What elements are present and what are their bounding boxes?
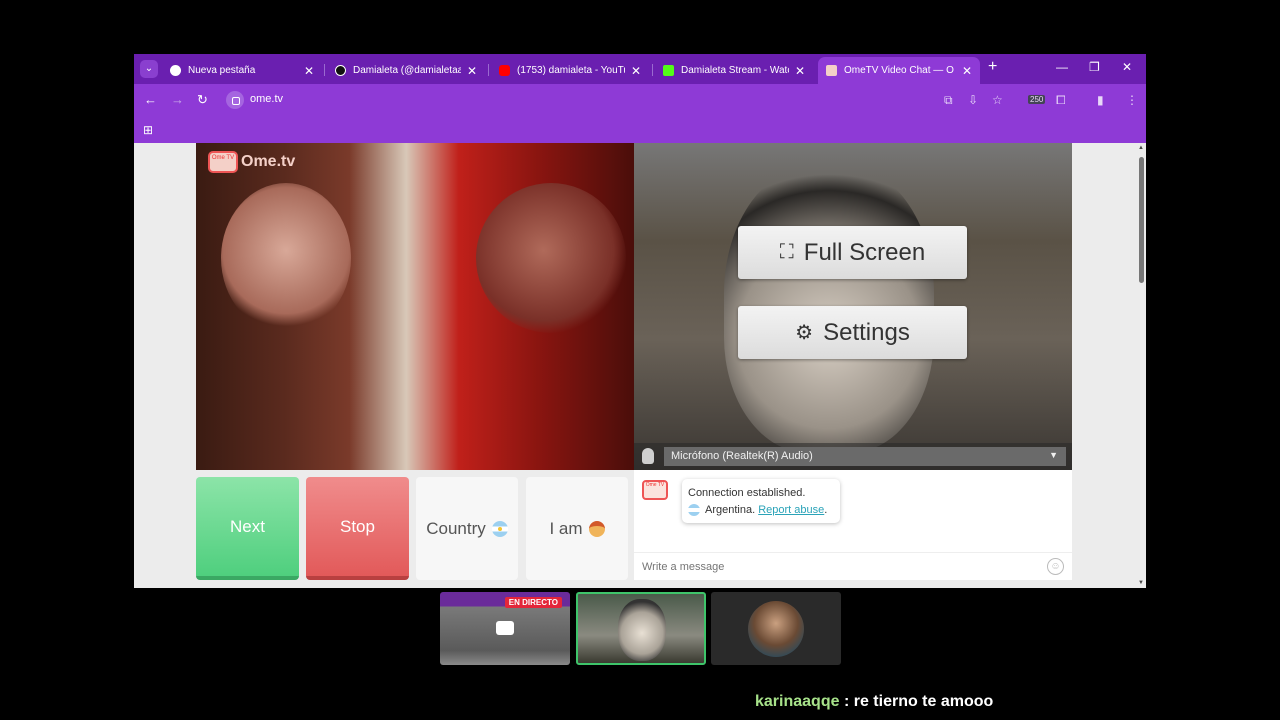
close-icon[interactable]: ✕ xyxy=(304,64,314,78)
close-icon[interactable]: ✕ xyxy=(962,64,972,78)
system-message: Connection established. Argentina. Repor… xyxy=(682,479,840,523)
tab-separator xyxy=(652,64,653,76)
chat-bubble-icon xyxy=(496,621,514,635)
minimize-button[interactable]: — xyxy=(1056,60,1068,74)
translate-icon[interactable]: ⧉ xyxy=(944,93,953,108)
chat-separator: : xyxy=(843,693,850,710)
stranger-face xyxy=(476,183,626,333)
close-icon[interactable]: ✕ xyxy=(467,64,477,78)
emoji-icon[interactable]: ☺ xyxy=(1047,558,1064,575)
stop-button[interactable]: Stop xyxy=(306,477,409,580)
new-tab-button[interactable]: + xyxy=(988,58,997,76)
stranger-video: Ome TV Ome.tv xyxy=(196,143,634,470)
chrome-icon xyxy=(170,65,181,76)
tv-icon: Ome TV xyxy=(208,151,238,173)
chat-panel: Ome TV Connection established. Argentina… xyxy=(634,470,1072,580)
ometv-chat-logo-icon: Ome TV xyxy=(642,480,668,500)
argentina-flag-icon xyxy=(688,504,700,517)
chat-input-bar: ☺ xyxy=(634,552,1072,580)
self-video: ⛶ Full Screen ⚙ Settings Micrófono (Real… xyxy=(634,143,1072,470)
microphone-select[interactable]: Micrófono (Realtek(R) Audio) ▼ xyxy=(664,447,1066,466)
ometv-icon xyxy=(826,65,837,76)
install-app-icon[interactable]: ⇩ xyxy=(968,93,978,107)
close-window-button[interactable]: ✕ xyxy=(1122,60,1132,74)
tab-kick[interactable]: Damialeta Stream - Watch L ✕ xyxy=(655,57,813,84)
bookmarks-bar: ⊞ xyxy=(134,116,1146,143)
address-bar[interactable]: ome.tv xyxy=(224,89,1024,111)
tab-ometv[interactable]: OmeTV Video Chat — O ✕ xyxy=(818,57,980,84)
close-icon[interactable]: ✕ xyxy=(795,64,805,78)
mic-bar: Micrófono (Realtek(R) Audio) ▼ xyxy=(634,443,1072,470)
bookmark-star-icon[interactable]: ☆ xyxy=(992,93,1003,107)
kick-icon xyxy=(663,65,674,76)
connection-status: Connection established. xyxy=(688,487,806,499)
ometv-brand-text: Ome.tv xyxy=(241,153,296,170)
country-button[interactable]: Country xyxy=(416,477,518,580)
apps-grid-icon[interactable]: ⊞ xyxy=(143,123,153,137)
tab-tiktok[interactable]: Damialeta (@damialetaa) | T ✕ xyxy=(327,57,485,84)
fullscreen-button[interactable]: ⛶ Full Screen xyxy=(738,226,967,279)
menu-icon[interactable]: ⋮ xyxy=(1126,93,1138,107)
report-abuse-link[interactable]: Report abuse xyxy=(758,504,824,516)
tiktok-icon xyxy=(335,65,346,76)
streamer-face xyxy=(618,599,666,661)
ometv-logo: Ome TV Ome.tv xyxy=(208,151,295,173)
tab-new-tab[interactable]: Nueva pestaña ✕ xyxy=(162,57,322,84)
chat-text: re tierno te amooo xyxy=(853,693,994,710)
youtube-icon xyxy=(499,65,510,76)
restore-button[interactable]: ❐ xyxy=(1089,60,1100,74)
avatar xyxy=(748,601,804,657)
forward-button[interactable]: → xyxy=(171,92,184,107)
tab-bar: ⌄ Nueva pestaña ✕ Damialeta (@damialetaa… xyxy=(134,54,1146,84)
settings-button[interactable]: ⚙ Settings xyxy=(738,306,967,359)
stranger-face xyxy=(221,183,351,333)
browser-window: ⌄ Nueva pestaña ✕ Damialeta (@damialetaa… xyxy=(134,54,1146,588)
message-input[interactable] xyxy=(642,558,1032,576)
scroll-down-arrow-icon[interactable]: ▼ xyxy=(1138,580,1144,586)
boy-emoji-icon xyxy=(588,520,605,537)
stream-thumbnail-webcam[interactable] xyxy=(576,592,706,665)
tab-search-icon[interactable]: ⌄ xyxy=(140,60,158,78)
scroll-up-arrow-icon[interactable]: ▲ xyxy=(1138,145,1144,151)
stream-thumbnail-live[interactable]: EN DIRECTO xyxy=(440,592,570,665)
stream-thumbnail-avatar[interactable] xyxy=(711,592,841,665)
microphone-icon xyxy=(642,448,654,464)
argentina-flag-icon xyxy=(491,520,508,537)
profile-icon[interactable]: ▮ xyxy=(1097,93,1104,107)
fullscreen-icon: ⛶ xyxy=(779,241,794,263)
toolbar: ← → ↻ ome.tv ⧉ ⇩ ☆ 250 ⧠ ▮ ⋮ xyxy=(134,84,1146,116)
tab-separator xyxy=(488,64,489,76)
next-button[interactable]: Next xyxy=(196,477,299,580)
scroll-thumb[interactable] xyxy=(1139,157,1144,283)
back-button[interactable]: ← xyxy=(144,92,157,107)
site-info-icon[interactable] xyxy=(226,91,244,109)
close-icon[interactable]: ✕ xyxy=(631,64,641,78)
url-text[interactable]: ome.tv xyxy=(250,93,283,105)
chat-username: karinaaqqe xyxy=(755,693,840,710)
page-viewport: Ome TV Ome.tv ⛶ Full Screen ⚙ Settings M… xyxy=(134,143,1137,588)
extension-badge[interactable]: 250 xyxy=(1028,95,1046,104)
gear-icon: ⚙ xyxy=(795,322,814,344)
reload-button[interactable]: ↻ xyxy=(197,92,208,108)
tab-separator xyxy=(324,64,325,76)
chevron-down-icon: ▼ xyxy=(1049,450,1058,460)
stream-chat-message: karinaaqqe : re tierno te amooo xyxy=(755,693,993,711)
live-badge: EN DIRECTO xyxy=(504,597,562,608)
stranger-country: Argentina. xyxy=(705,504,756,516)
extensions-icon[interactable]: ⧠ xyxy=(1056,93,1066,108)
scrollbar[interactable]: ▲ ▼ xyxy=(1137,143,1146,588)
gender-button[interactable]: I am xyxy=(526,477,628,580)
tab-youtube[interactable]: (1753) damialeta - YouTube ✕ xyxy=(491,57,649,84)
